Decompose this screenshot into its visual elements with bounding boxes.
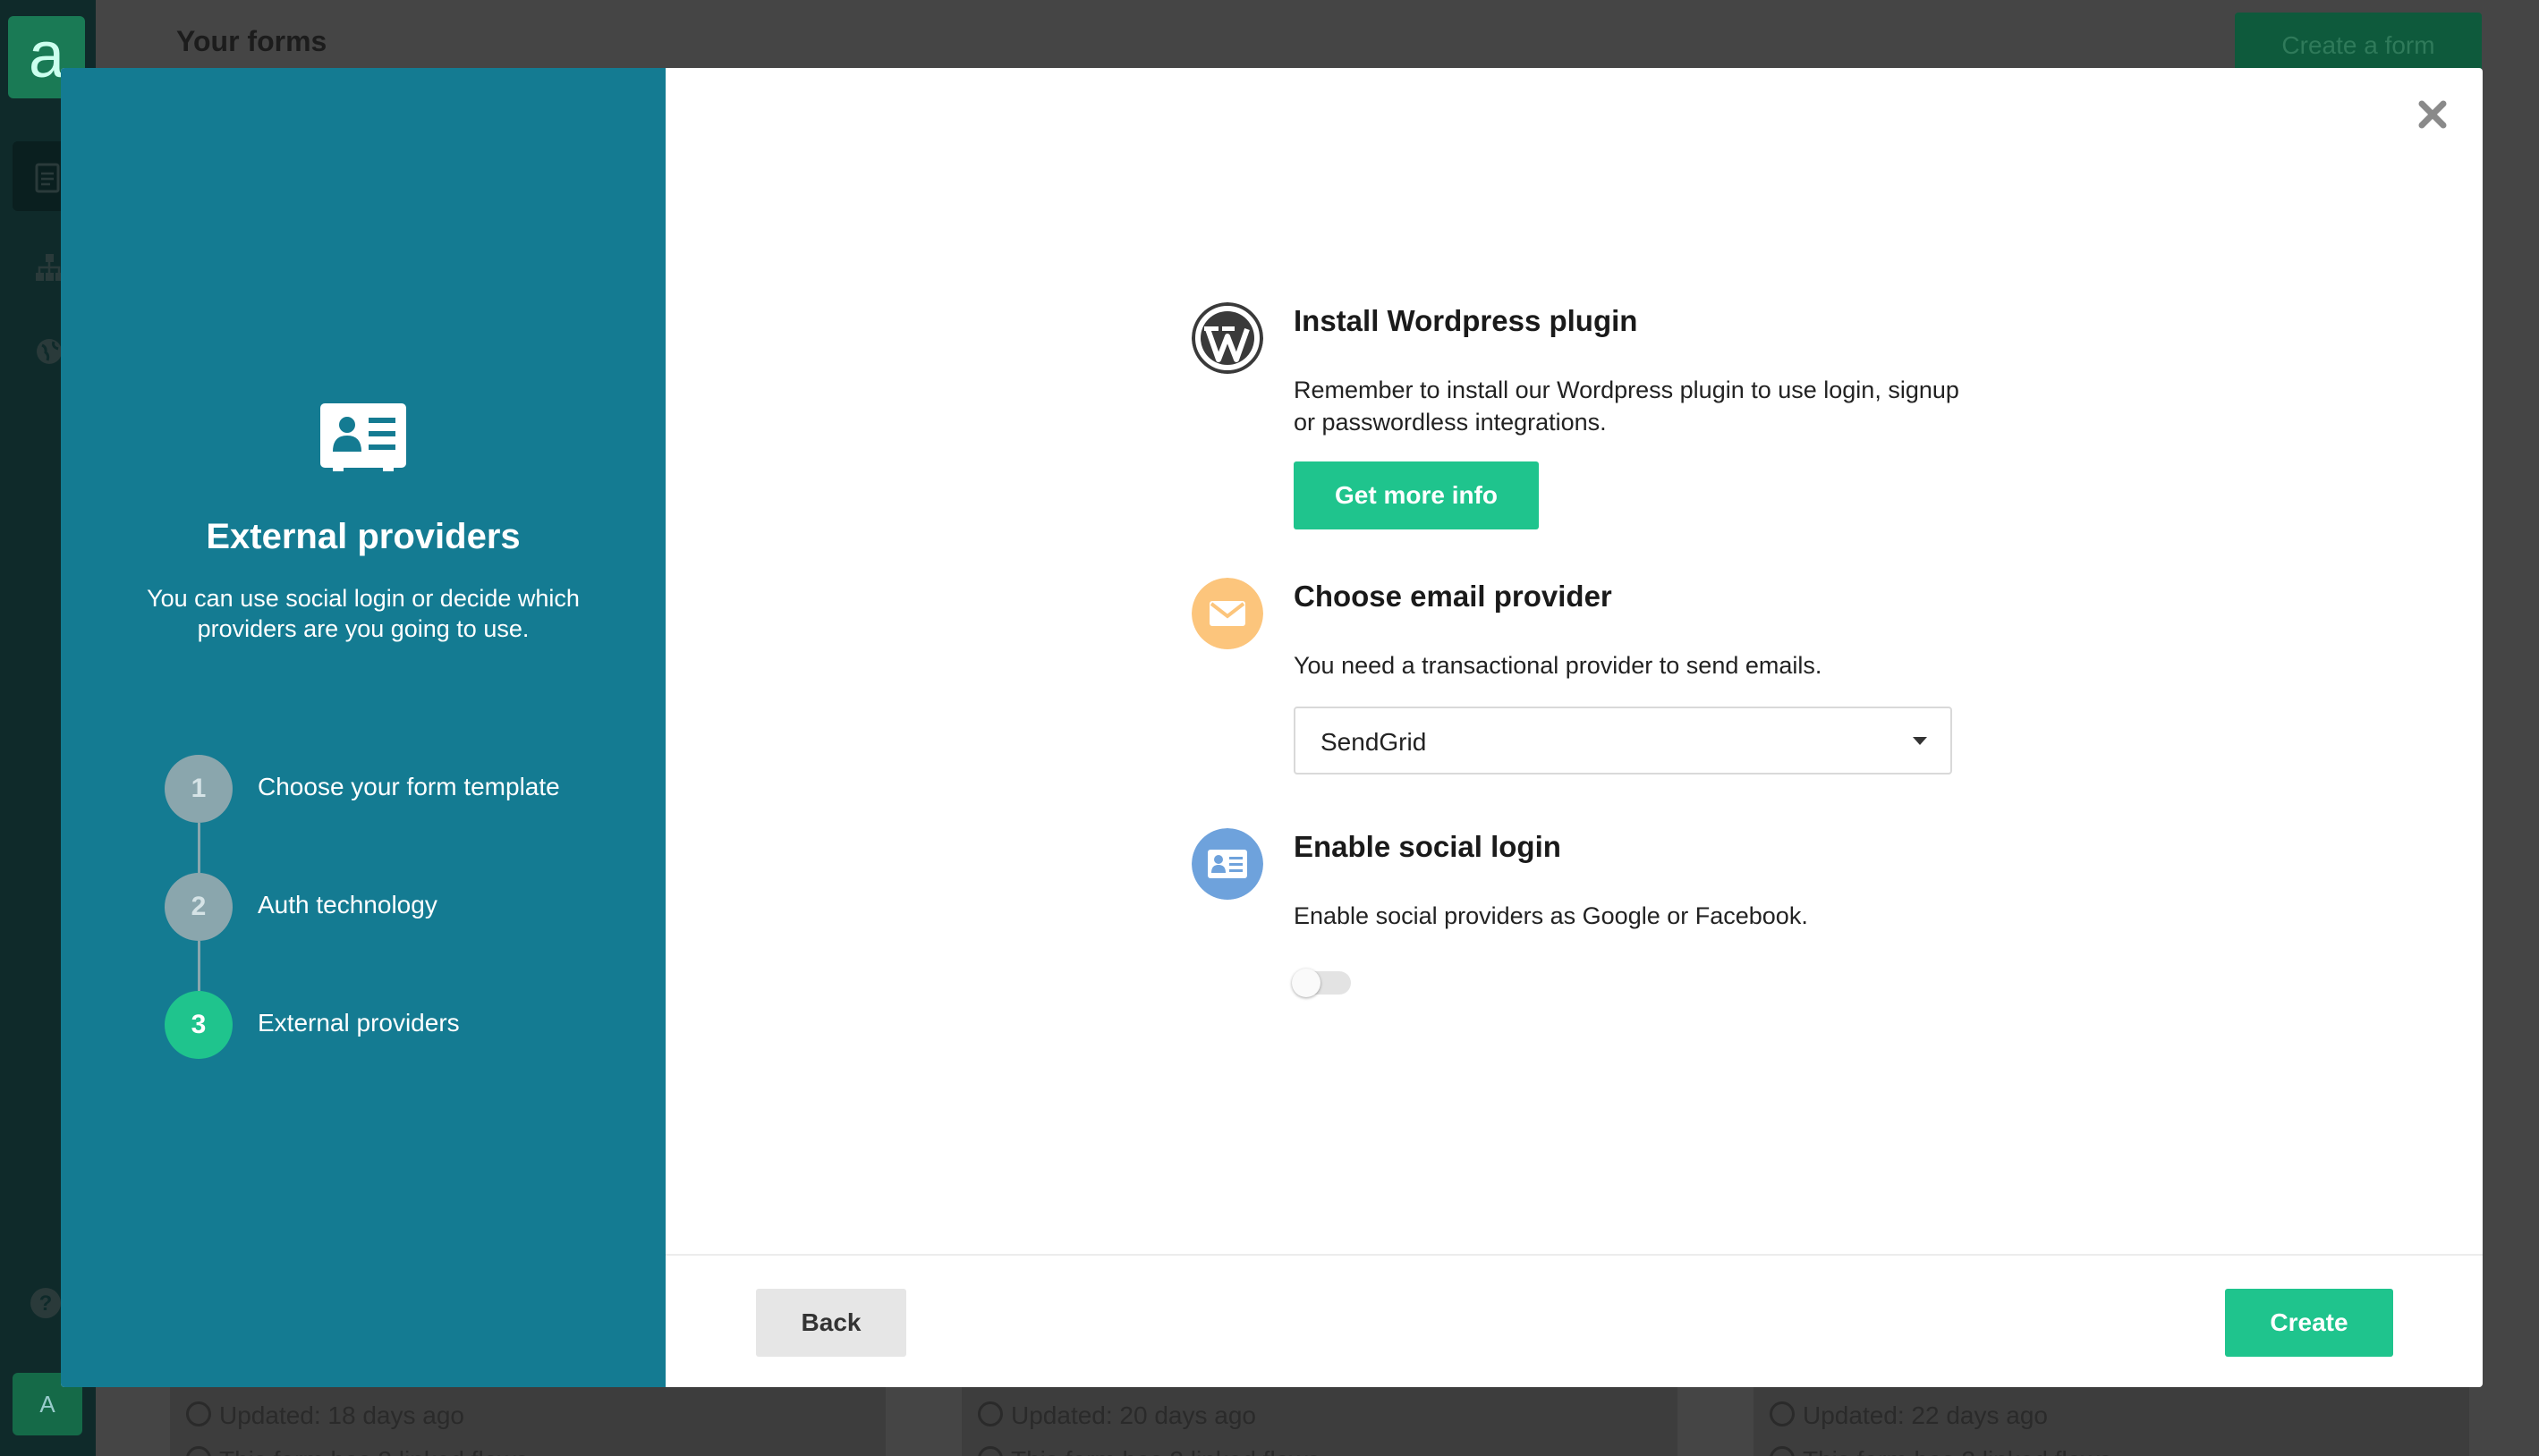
step-connector bbox=[198, 823, 200, 873]
wizard-footer: Back Create bbox=[666, 1254, 2483, 1387]
form-card[interactable]: Updated: 18 days ago This form has 2 lin… bbox=[170, 1382, 886, 1456]
card-updated: Updated: 22 days ago bbox=[1803, 1401, 2048, 1429]
wizard-description: You can use social login or decide which… bbox=[147, 585, 580, 642]
wordpress-description: Remember to install our Wordpress plugin… bbox=[1294, 377, 1959, 436]
email-provider-value: SendGrid bbox=[1320, 728, 1427, 756]
card-linked: This form has 2 linked flows bbox=[1803, 1446, 2111, 1456]
step-connector bbox=[198, 941, 200, 991]
step-1[interactable]: 1 Choose your form template bbox=[165, 755, 612, 823]
social-login-toggle[interactable] bbox=[1292, 969, 1351, 997]
history-icon bbox=[186, 1401, 211, 1426]
wizard-content: Install Wordpress plugin Remember to ins… bbox=[666, 68, 2483, 1387]
card-linked: This form has 2 linked flows bbox=[219, 1446, 528, 1456]
link-icon bbox=[186, 1446, 211, 1456]
history-icon bbox=[1770, 1401, 1795, 1426]
get-more-info-button[interactable]: Get more info bbox=[1294, 461, 1539, 529]
toggle-knob bbox=[1292, 969, 1320, 997]
close-icon[interactable] bbox=[2415, 97, 2450, 132]
link-icon bbox=[978, 1446, 1003, 1456]
step-label: Auth technology bbox=[258, 891, 437, 918]
history-icon bbox=[978, 1401, 1003, 1426]
email-description: You need a transactional provider to sen… bbox=[1294, 652, 1822, 679]
social-section: Enable social login Enable social provid… bbox=[1192, 828, 1997, 1016]
link-icon bbox=[1770, 1446, 1795, 1456]
id-card-icon bbox=[1192, 828, 1263, 900]
svg-text:?: ? bbox=[39, 1291, 53, 1316]
step-2[interactable]: 2 Auth technology bbox=[165, 873, 612, 941]
document-icon bbox=[35, 163, 60, 193]
wizard-title: External providers bbox=[206, 517, 521, 556]
back-button[interactable]: Back bbox=[756, 1289, 906, 1357]
form-card[interactable]: Updated: 20 days ago This form has 2 lin… bbox=[962, 1382, 1677, 1456]
envelope-icon bbox=[1192, 578, 1263, 649]
step-number: 3 bbox=[165, 991, 233, 1059]
step-label: External providers bbox=[258, 1009, 460, 1037]
step-label: Choose your form template bbox=[258, 773, 560, 800]
form-card[interactable]: Updated: 22 days ago This form has 2 lin… bbox=[1754, 1382, 2469, 1456]
help-icon[interactable]: ? bbox=[29, 1286, 63, 1320]
wordpress-title: Install Wordpress plugin bbox=[1294, 304, 1638, 337]
email-title: Choose email provider bbox=[1294, 580, 1612, 613]
step-number: 2 bbox=[165, 873, 233, 941]
social-description: Enable social providers as Google or Fac… bbox=[1294, 902, 1808, 929]
social-title: Enable social login bbox=[1294, 830, 1561, 863]
card-updated: Updated: 20 days ago bbox=[1011, 1401, 1256, 1429]
card-linked: This form has 2 linked flows bbox=[1011, 1446, 1320, 1456]
step-number: 1 bbox=[165, 755, 233, 823]
step-3[interactable]: 3 External providers bbox=[165, 991, 612, 1059]
email-section: Choose email provider You need a transac… bbox=[1192, 578, 1997, 783]
card-updated: Updated: 18 days ago bbox=[219, 1401, 464, 1429]
globe-icon bbox=[37, 339, 62, 364]
email-provider-select[interactable]: SendGrid bbox=[1294, 707, 1952, 775]
wordpress-icon bbox=[1192, 302, 1263, 374]
create-button[interactable]: Create bbox=[2225, 1289, 2393, 1357]
page-title: Your forms bbox=[176, 25, 327, 57]
create-form-modal: External providers You can use social lo… bbox=[61, 68, 2483, 1387]
chevron-down-icon bbox=[1913, 737, 1927, 745]
wizard-sidebar: External providers You can use social lo… bbox=[61, 68, 666, 1387]
hierarchy-icon bbox=[36, 254, 64, 281]
wordpress-section: Install Wordpress plugin Remember to ins… bbox=[1192, 302, 1997, 535]
id-card-icon bbox=[320, 403, 406, 471]
